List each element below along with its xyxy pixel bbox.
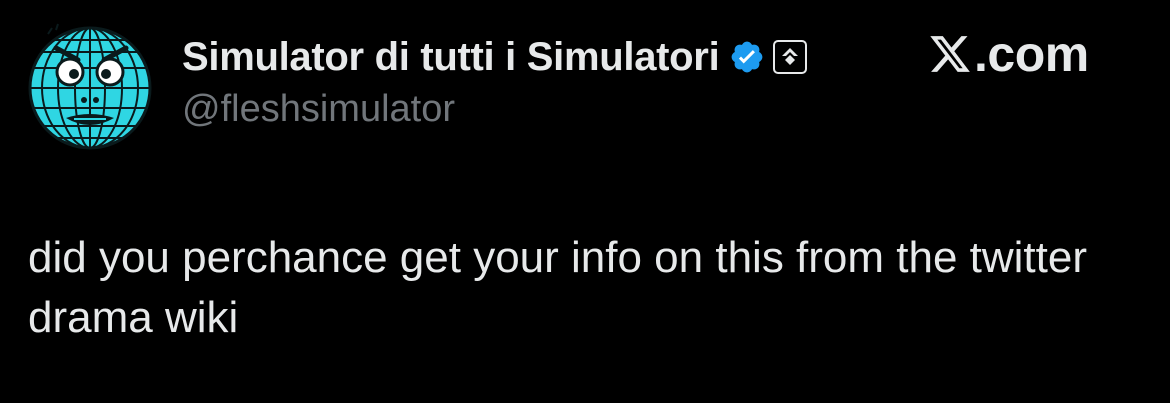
avatar[interactable] xyxy=(22,20,162,155)
brand-domain-text: .com xyxy=(974,26,1089,82)
x-logo-icon xyxy=(928,32,972,76)
globe-face-avatar-icon xyxy=(28,23,152,150)
display-name[interactable]: Simulator di tutti i Simulatori xyxy=(182,35,720,80)
name-row: Simulator di tutti i Simulatori xyxy=(182,32,942,82)
tweet-header: Simulator di tutti i Simulatori @fleshsi… xyxy=(182,32,942,131)
x-brand-watermark: .com xyxy=(928,26,1089,82)
verified-badge-icon xyxy=(729,39,765,75)
tweet-card: Simulator di tutti i Simulatori @fleshsi… xyxy=(0,0,1170,403)
tweet-text: did you perchance get your info on this … xyxy=(28,233,1088,342)
affiliate-badge-icon[interactable] xyxy=(773,40,808,74)
user-handle[interactable]: @fleshsimulator xyxy=(182,88,942,131)
